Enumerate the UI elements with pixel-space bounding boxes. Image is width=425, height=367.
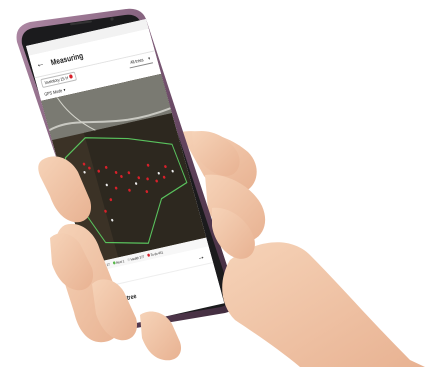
finger xyxy=(92,279,138,341)
finger xyxy=(212,207,255,259)
finger xyxy=(50,233,94,291)
hand-front xyxy=(38,130,425,367)
palm xyxy=(222,242,425,367)
index-finger xyxy=(38,156,92,223)
finger xyxy=(192,130,240,176)
finger xyxy=(140,311,182,361)
hand xyxy=(38,130,425,367)
thumb xyxy=(55,223,124,343)
